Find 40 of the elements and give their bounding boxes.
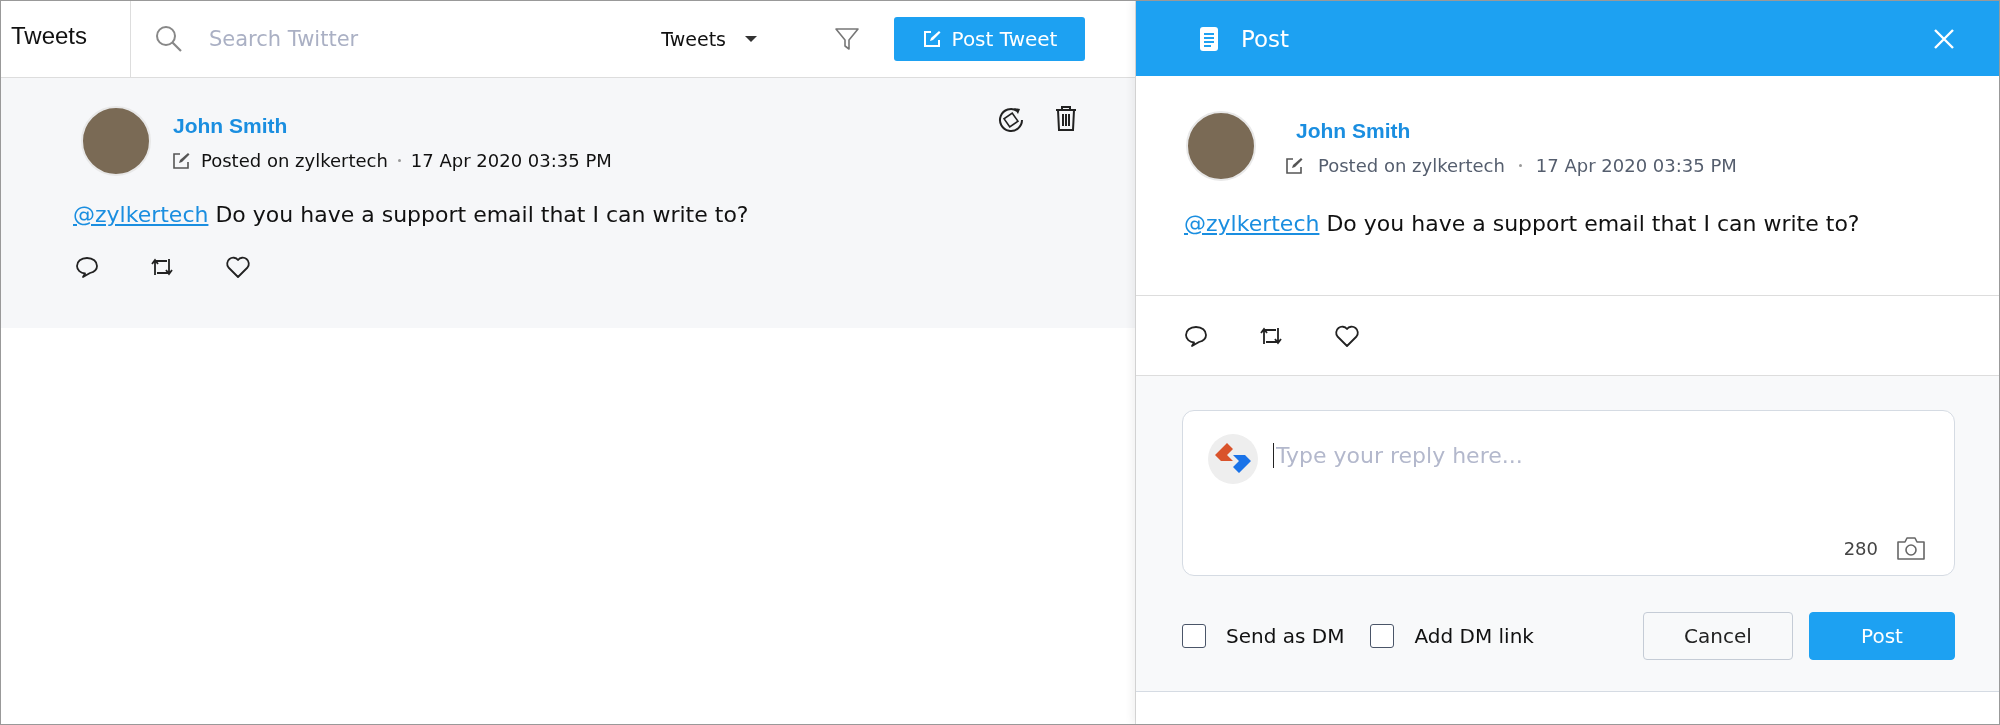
- checkbox-label[interactable]: Add DM link: [1414, 624, 1534, 648]
- tweets-dropdown[interactable]: Tweets: [655, 27, 764, 51]
- posted-on-label: Posted on zylkertech: [201, 150, 388, 171]
- mention-link[interactable]: @zylkertech: [1184, 211, 1320, 236]
- filter-icon[interactable]: [834, 26, 860, 52]
- document-icon: [1199, 25, 1219, 52]
- reply-icon[interactable]: [1184, 323, 1208, 348]
- tweet-time: 17 Apr 2020 03:35 PM: [1535, 155, 1737, 176]
- delete-icon[interactable]: [1053, 104, 1079, 132]
- checkbox[interactable]: [1182, 624, 1206, 648]
- like-icon[interactable]: [225, 255, 251, 279]
- separator-dot: [1518, 164, 1522, 167]
- tweet-text: @zylkertech Do you have a support email that I can write to?: [1184, 211, 1861, 236]
- panel-title: Post: [1241, 25, 1290, 52]
- camera-icon[interactable]: [1896, 535, 1926, 561]
- separator-dot: [397, 159, 401, 162]
- checkbox[interactable]: [1370, 624, 1395, 648]
- compose-icon: [1284, 155, 1304, 176]
- brand-logo-icon: [1207, 433, 1259, 485]
- author-name[interactable]: John Smith: [173, 114, 612, 138]
- post-tweet-button[interactable]: Post Tweet: [894, 17, 1085, 61]
- search-icon[interactable]: [155, 25, 183, 53]
- tweet-time: 17 Apr 2020 03:35 PM: [410, 150, 612, 171]
- caret-icon: [744, 35, 758, 43]
- author-name[interactable]: John Smith: [1296, 119, 1737, 143]
- like-icon[interactable]: [1334, 323, 1360, 348]
- compose-icon: [921, 29, 942, 49]
- cancel-button[interactable]: Cancel: [1643, 612, 1793, 660]
- search-field[interactable]: Search Twitter: [207, 26, 511, 52]
- character-count: 280: [1843, 537, 1878, 559]
- checkbox-label[interactable]: Send as DM: [1226, 624, 1345, 648]
- tweet-text: @zylkertech Do you have a support email that I can write to?: [73, 202, 750, 227]
- reply-icon[interactable]: [75, 255, 99, 279]
- compose-icon: [171, 150, 191, 171]
- page-title: Tweets: [1, 1, 131, 77]
- close-icon[interactable]: [1933, 27, 1955, 50]
- posted-on-label: Posted on zylkertech: [1318, 155, 1505, 176]
- reply-field[interactable]: Type your reply here...: [1273, 443, 1926, 468]
- mention-link[interactable]: @zylkertech: [73, 202, 209, 227]
- post-button[interactable]: Post: [1809, 612, 1955, 660]
